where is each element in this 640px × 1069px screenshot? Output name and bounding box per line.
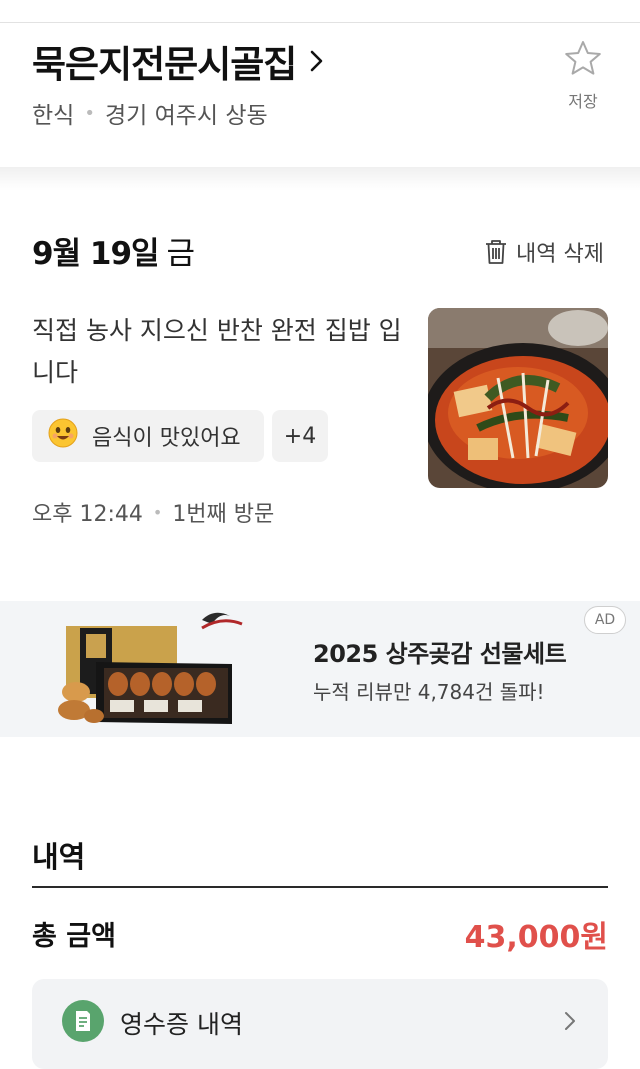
star-outline-icon xyxy=(564,40,602,80)
receipt-history-label: 영수증 내역 xyxy=(120,1010,243,1039)
keyword-chip[interactable]: 음식이 맛있어요 xyxy=(32,410,264,462)
ad-title: 2025 상주곶감 선물세트 xyxy=(313,640,567,668)
place-meta: 한식 • 경기 여주시 상동 xyxy=(32,96,268,130)
smiley-icon xyxy=(48,418,78,454)
ad-product-image xyxy=(52,606,252,730)
visit-time: 오후 12:44 xyxy=(32,502,143,527)
place-category: 한식 xyxy=(32,103,75,129)
delete-history-label: 내역 삭제 xyxy=(516,242,604,267)
total-amount-label: 총 금액 xyxy=(32,921,116,952)
info-separator: • xyxy=(152,502,163,522)
trash-icon xyxy=(486,240,506,264)
place-name: 묵은지전문시골집 xyxy=(32,43,297,86)
visit-date-text: 9월 19일 xyxy=(32,236,160,272)
chevron-right-icon xyxy=(310,49,324,73)
review-text: 직접 농사 지으신 반찬 완전 집밥 입니다 xyxy=(32,316,402,387)
top-divider xyxy=(0,22,640,23)
place-title-link[interactable]: 묵은지전문시골집 xyxy=(32,34,324,88)
total-amount-value: 43,000원 xyxy=(464,920,608,955)
visit-date: 9월 19일 금 xyxy=(32,228,196,273)
history-divider xyxy=(32,886,608,888)
visit-info: 오후 12:44 • 1번째 방문 xyxy=(32,496,274,528)
review-photo[interactable] xyxy=(428,308,608,488)
ad-badge: AD xyxy=(584,606,626,634)
visit-weekday: 금 xyxy=(166,236,196,272)
keyword-label: 음식이 맛있어요 xyxy=(92,426,241,451)
receipt-history-row[interactable] xyxy=(32,979,608,1069)
receipt-icon xyxy=(62,1000,104,1042)
history-section-title: 내역 xyxy=(32,840,86,874)
more-keywords-chip[interactable]: +4 xyxy=(272,410,328,462)
section-separator xyxy=(0,167,640,191)
ad-subtitle: 누적 리뷰만 4,784건 돌파! xyxy=(313,680,545,704)
visit-count: 1번째 방문 xyxy=(172,502,275,527)
place-location: 경기 여주시 상동 xyxy=(104,103,268,129)
chevron-right-icon xyxy=(564,1011,576,1035)
save-button[interactable]: 저장 xyxy=(560,40,606,112)
delete-history-button[interactable]: 내역 삭제 xyxy=(484,236,604,268)
meta-separator: • xyxy=(84,102,95,124)
save-label: 저장 xyxy=(568,92,598,111)
